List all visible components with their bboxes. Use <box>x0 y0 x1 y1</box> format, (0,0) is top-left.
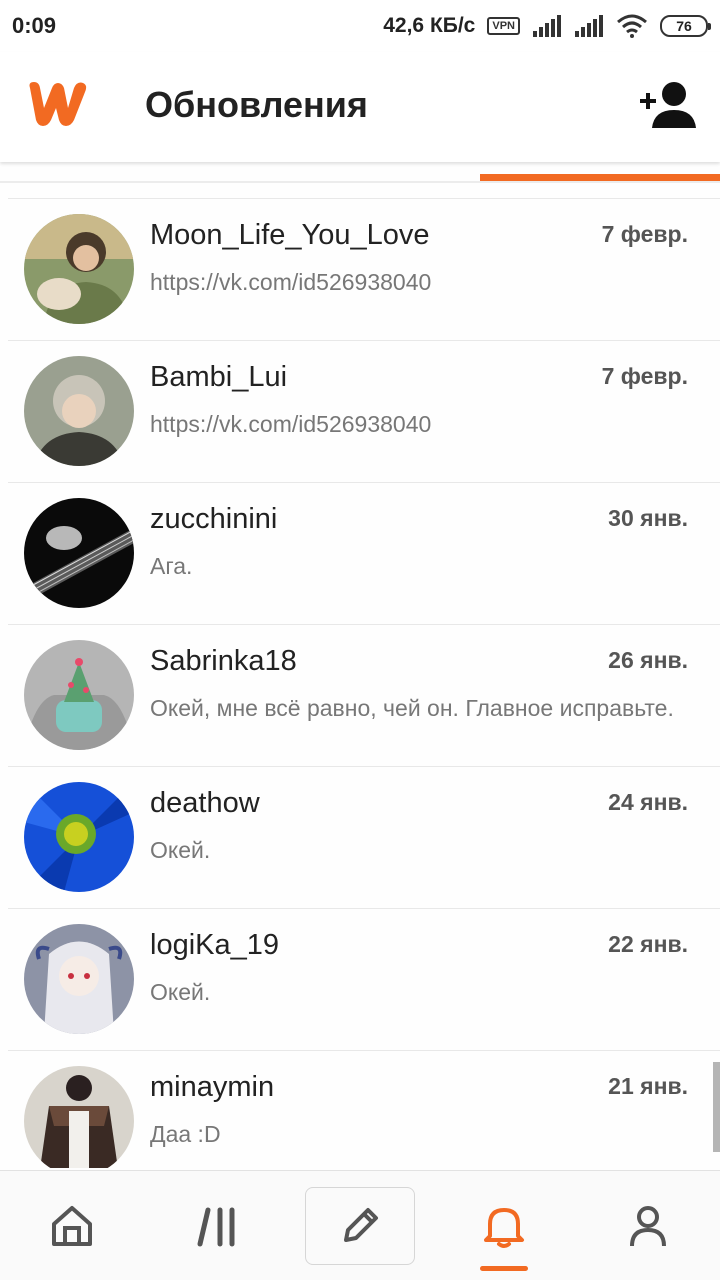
wifi-icon <box>617 14 647 38</box>
list-item[interactable]: zucchinini 30 янв. Ага. <box>8 482 720 624</box>
bell-icon <box>484 1208 524 1248</box>
sender-name: logiKa_19 <box>150 929 279 961</box>
nav-library[interactable] <box>163 1171 273 1280</box>
avatar[interactable] <box>24 1066 134 1168</box>
message-date: 7 февр. <box>601 221 688 247</box>
avatar[interactable] <box>24 924 134 1034</box>
message-date: 24 янв. <box>608 789 688 815</box>
list-item[interactable]: Moon_Life_You_Love 7 февр. https://vk.co… <box>8 198 720 340</box>
list-item[interactable]: deathow 24 янв. Окей. <box>8 766 720 908</box>
message-preview: https://vk.com/id526938040 <box>150 411 432 437</box>
list-item[interactable]: minaymin 21 янв. Даа :D <box>8 1050 720 1168</box>
battery-indicator: 76 <box>660 15 711 37</box>
status-time: 0:09 <box>12 13 57 38</box>
signal-icon <box>533 15 561 37</box>
avatar[interactable] <box>24 640 134 750</box>
sender-name: Bambi_Lui <box>150 361 288 393</box>
message-list[interactable]: Moon_Life_You_Love 7 февр. https://vk.co… <box>0 198 720 1168</box>
message-date: 26 янв. <box>608 647 688 673</box>
message-preview: Окей. <box>150 979 211 1005</box>
avatar[interactable] <box>24 498 134 608</box>
tab-divider <box>0 181 720 183</box>
add-user-icon[interactable] <box>638 80 700 132</box>
message-preview: Даа :D <box>150 1121 221 1147</box>
sender-name: Moon_Life_You_Love <box>150 219 430 251</box>
sender-name: deathow <box>150 787 260 819</box>
sender-name: zucchinini <box>150 503 278 535</box>
list-item[interactable]: logiKa_19 22 янв. Окей. <box>8 908 720 1050</box>
message-date: 7 февр. <box>601 363 688 389</box>
avatar[interactable] <box>24 356 134 466</box>
network-speed: 42,6 КБ/с <box>383 14 476 37</box>
bottom-nav <box>0 1170 720 1280</box>
nav-profile[interactable] <box>593 1171 703 1280</box>
app-bar: Обновления <box>0 52 720 162</box>
profile-icon <box>630 1206 666 1247</box>
sender-name: minaymin <box>150 1071 275 1103</box>
vpn-badge: VPN <box>487 17 520 35</box>
sender-name: Sabrinka18 <box>150 645 297 677</box>
nav-notifications[interactable] <box>449 1171 559 1280</box>
pencil-icon <box>344 1208 378 1242</box>
scrollbar[interactable] <box>713 1062 720 1152</box>
nav-home[interactable] <box>17 1171 127 1280</box>
message-date: 30 янв. <box>608 505 688 531</box>
nav-write[interactable] <box>305 1187 415 1265</box>
tab-indicator <box>480 174 720 181</box>
status-right: 42,6 КБ/с VPN 76 <box>383 14 711 38</box>
message-preview: Окей, мне всё равно, чей он. Главное исп… <box>150 695 674 721</box>
list-item[interactable]: Sabrinka18 26 янв. Окей, мне всё равно, … <box>8 624 720 766</box>
message-preview: Ага. <box>150 553 193 579</box>
library-icon <box>197 1207 235 1247</box>
home-icon <box>52 1206 92 1246</box>
message-date: 22 янв. <box>608 931 688 957</box>
wattpad-logo[interactable] <box>22 78 92 130</box>
message-date: 21 янв. <box>608 1073 688 1099</box>
status-bar: 0:09 42,6 КБ/с VPN 76 <box>0 0 720 52</box>
message-preview: Окей. <box>150 837 211 863</box>
nav-active-indicator <box>480 1266 528 1271</box>
avatar[interactable] <box>24 214 134 324</box>
list-item[interactable]: Bambi_Lui 7 февр. https://vk.com/id52693… <box>8 340 720 482</box>
avatar[interactable] <box>24 782 134 892</box>
signal-icon-2 <box>575 15 603 37</box>
page-title: Обновления <box>145 84 368 125</box>
message-preview: https://vk.com/id526938040 <box>150 269 432 295</box>
